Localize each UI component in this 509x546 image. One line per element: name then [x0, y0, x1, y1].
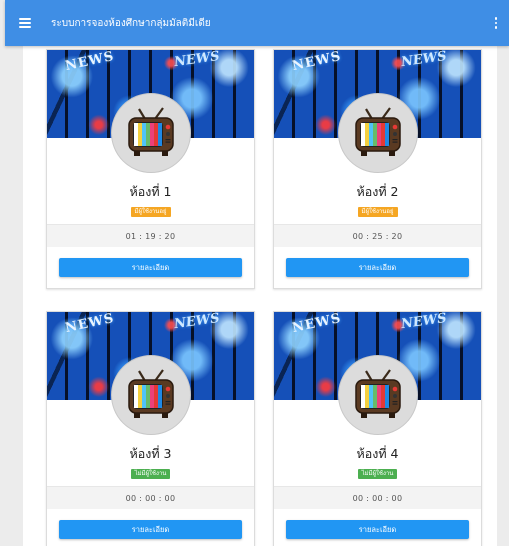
tv-icon — [337, 355, 418, 435]
room-banner-image: NEWS NEWS — [274, 312, 481, 435]
app-bar: ระบบการจองห้องศึกษากลุ่มมัลติมีเดีย — [5, 0, 509, 46]
more-vert-icon — [494, 17, 498, 20]
room-grid: NEWS NEWS ห้องที่ 1 มีผู้ใช้งานอยู่ 01:… — [23, 46, 497, 546]
tv-icon — [337, 93, 418, 173]
room-card-2: NEWS NEWS ห้องที่ 2 มีผู้ใช้งานอยู่ 00:… — [273, 49, 482, 289]
room-banner-image: NEWS NEWS — [47, 50, 254, 173]
detail-button[interactable]: รายละเอียด — [59, 258, 242, 277]
room-name: ห้องที่ 4 — [356, 446, 399, 461]
room-banner-image: NEWS NEWS — [47, 312, 254, 435]
room-banner-image: NEWS NEWS — [274, 50, 481, 173]
detail-button[interactable]: รายละเอียด — [59, 520, 242, 539]
tv-icon — [110, 93, 191, 173]
status-badge: ไม่มีผู้ใช้งาน — [357, 468, 398, 480]
usage-timer: 00 : 00 : 00 — [47, 486, 254, 509]
status-badge: มีผู้ใช้งานอยู่ — [130, 206, 171, 218]
usage-timer: 01 : 19 : 20 — [47, 224, 254, 247]
usage-timer: 00 : 00 : 00 — [274, 486, 481, 509]
tv-icon — [110, 355, 191, 435]
detail-button[interactable]: รายละเอียด — [286, 520, 469, 539]
hamburger-menu-icon — [19, 18, 31, 28]
room-name: ห้องที่ 2 — [356, 184, 399, 199]
status-badge: ไม่มีผู้ใช้งาน — [130, 468, 171, 480]
detail-button[interactable]: รายละเอียด — [286, 258, 469, 277]
more-options-button[interactable] — [483, 0, 509, 46]
app-title: ระบบการจองห้องศึกษากลุ่มมัลติมีเดีย — [51, 17, 211, 29]
room-name: ห้องที่ 1 — [129, 184, 172, 199]
status-badge: มีผู้ใช้งานอยู่ — [357, 206, 398, 218]
room-card-1: NEWS NEWS ห้องที่ 1 มีผู้ใช้งานอยู่ 01:… — [46, 49, 255, 289]
usage-timer: 00 : 25 : 20 — [274, 224, 481, 247]
room-card-3: NEWS NEWS ห้องที่ 3 ไม่มีผู้ใช้งาน 00: … — [46, 311, 255, 546]
menu-button[interactable] — [5, 0, 45, 46]
room-card-4: NEWS NEWS ห้องที่ 4 ไม่มีผู้ใช้งาน 00: … — [273, 311, 482, 546]
room-name: ห้องที่ 3 — [129, 446, 172, 461]
